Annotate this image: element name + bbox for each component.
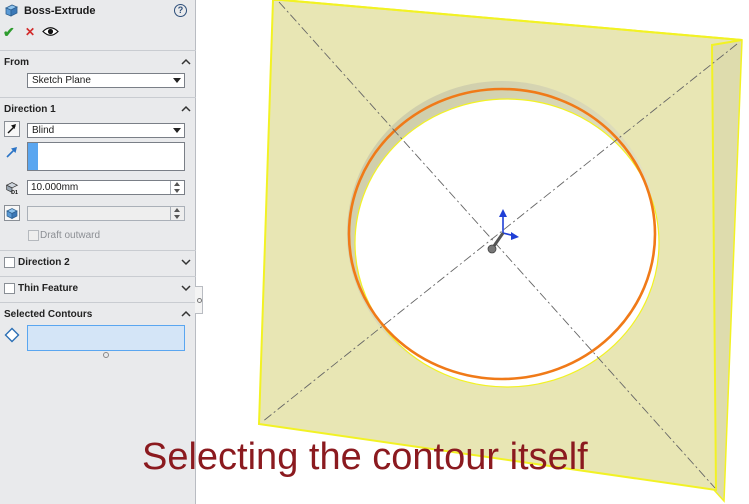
chevron-down-icon[interactable] — [181, 257, 191, 267]
preview-eye-icon[interactable] — [42, 26, 59, 37]
depth-spinner[interactable] — [170, 181, 184, 194]
end-condition-select[interactable]: Blind — [27, 123, 185, 138]
spin-up-icon — [174, 182, 180, 186]
svg-text:D1: D1 — [11, 190, 18, 195]
draft-angle-spinner — [170, 207, 184, 220]
selected-contours-list[interactable] — [27, 325, 185, 351]
draft-angle-input — [27, 206, 185, 221]
from-section-header[interactable]: From — [4, 57, 29, 68]
help-icon[interactable]: ? — [174, 4, 187, 17]
action-buttons: ✔ ✕ — [0, 24, 196, 42]
depth-value: 10.000mm — [31, 182, 79, 193]
reverse-direction-icon[interactable] — [4, 121, 20, 137]
boss-extrude-icon — [5, 4, 18, 17]
direction1-section-header[interactable]: Direction 1 — [4, 104, 56, 115]
thin-feature-checkbox[interactable] — [4, 283, 15, 294]
draft-outward-checkbox[interactable] — [28, 230, 39, 241]
feature-title: Boss-Extrude — [24, 5, 96, 17]
divider — [0, 276, 196, 277]
divider — [0, 50, 196, 51]
draft-outward-label: Draft outward — [40, 230, 101, 241]
draft-icon[interactable] — [4, 205, 20, 221]
property-manager-panel: Boss-Extrude ? ✔ ✕ From Sketch Plane Dir… — [0, 0, 196, 504]
direction2-section-header[interactable]: Direction 2 — [18, 257, 70, 268]
cancel-x-icon[interactable]: ✕ — [25, 24, 35, 40]
spin-up-icon — [174, 208, 180, 212]
feature-titlebar: Boss-Extrude ? — [0, 0, 196, 22]
spin-down-icon — [174, 189, 180, 193]
ok-check-icon[interactable]: ✔ — [3, 24, 15, 40]
chevron-down-icon[interactable] — [181, 283, 191, 293]
start-condition-select[interactable]: Sketch Plane — [27, 73, 185, 88]
start-condition-value: Sketch Plane — [32, 75, 91, 86]
contour-selection-icon — [4, 327, 20, 343]
selection-flag — [28, 143, 38, 170]
direction-of-extrusion-field[interactable] — [27, 142, 185, 171]
chevron-up-icon[interactable] — [181, 104, 191, 114]
selected-contours-section-header[interactable]: Selected Contours — [4, 309, 92, 320]
divider — [0, 302, 196, 303]
dropdown-arrow-icon — [173, 78, 181, 83]
spin-down-icon — [174, 215, 180, 219]
resize-grip[interactable] — [103, 352, 109, 358]
divider — [0, 250, 196, 251]
thin-feature-section-header[interactable]: Thin Feature — [18, 283, 78, 294]
graphics-viewport[interactable] — [197, 0, 749, 504]
chevron-up-icon[interactable] — [181, 57, 191, 67]
tutorial-caption: Selecting the contour itself — [142, 436, 588, 478]
direction2-checkbox[interactable] — [4, 257, 15, 268]
chevron-up-icon[interactable] — [181, 309, 191, 319]
divider — [0, 97, 196, 98]
depth-input[interactable]: 10.000mm — [27, 180, 185, 195]
direction-vector-icon — [6, 147, 17, 158]
end-condition-value: Blind — [32, 125, 55, 136]
plate-side-face[interactable] — [711, 39, 743, 503]
depth-icon: D1 — [5, 182, 19, 195]
dropdown-arrow-icon — [173, 128, 181, 133]
